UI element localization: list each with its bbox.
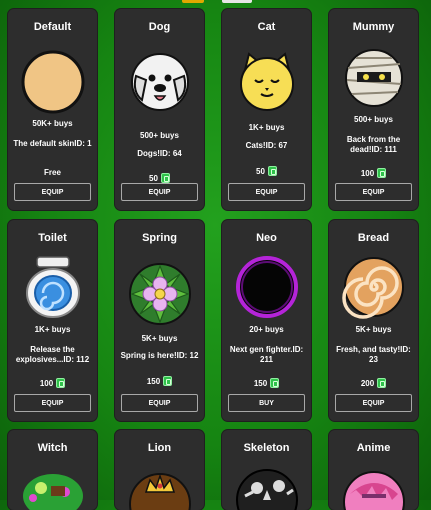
- buy-count: 1K+ buys: [34, 325, 71, 334]
- price: 150: [222, 378, 311, 388]
- skin-name: Default: [33, 21, 72, 33]
- equip-button[interactable]: EQUIP: [14, 183, 91, 201]
- skin-description: Spring is here!ID: 12: [120, 351, 199, 360]
- price: 100: [8, 378, 97, 388]
- skin-description: Cats!ID: 67: [245, 141, 288, 150]
- plain-circle-icon: [21, 50, 85, 114]
- buy-count: 5K+ buys: [355, 325, 392, 334]
- equip-button[interactable]: EQUIP: [335, 183, 412, 201]
- skin-card-cat: Cat 1K+ buys Cats!ID: 67 50 EQUIP: [222, 9, 311, 210]
- skin-name: Lion: [147, 442, 172, 454]
- price-label: 200: [360, 378, 375, 388]
- skin-card-lion: Lion: [115, 430, 204, 510]
- skin-shop-grid: Default 50K+ buys The default skinID: 1 …: [0, 0, 431, 510]
- skin-name: Bread: [357, 232, 390, 244]
- skin-card-neo: Neo 20+ buys Next gen fighter.ID: 211 15…: [222, 220, 311, 421]
- dark-orb-icon: [235, 255, 299, 319]
- buy-count: 500+ buys: [354, 115, 393, 124]
- skin-name: Mummy: [352, 21, 395, 33]
- coin-icon: [163, 376, 173, 386]
- price-label: Free: [44, 168, 61, 177]
- skin-card-skeleton: Skeleton: [222, 430, 311, 510]
- price: 50: [222, 166, 311, 176]
- coin-icon: [377, 168, 387, 178]
- price-label: 150: [146, 376, 161, 386]
- lion-icon: [128, 470, 192, 510]
- skin-card-anime: Anime: [329, 430, 418, 510]
- coin-icon: [267, 166, 277, 176]
- mummy-face-icon: [342, 46, 406, 110]
- skin-card-mummy: Mummy 500+ buys Back from the dead!ID: 1…: [329, 9, 418, 210]
- equip-button[interactable]: EQUIP: [121, 394, 198, 412]
- top-edge-tab: [222, 0, 252, 3]
- skin-description: Fresh, and tasty!ID: 23: [336, 345, 411, 364]
- skin-card-spring: Spring 5K+ buys Spring is here!ID: 12 15…: [115, 220, 204, 421]
- buy-count: 20+ buys: [249, 325, 284, 334]
- price: 100: [329, 168, 418, 178]
- price: 200: [329, 378, 418, 388]
- skin-name: Cat: [257, 21, 276, 33]
- skin-name: Anime: [356, 442, 391, 454]
- buy-button[interactable]: BUY: [228, 394, 305, 412]
- dog-face-icon: [128, 50, 192, 114]
- flower-icon: [128, 262, 192, 326]
- skin-description: Dogs!ID: 64: [137, 149, 182, 158]
- equip-button[interactable]: EQUIP: [121, 183, 198, 201]
- skin-name: Neo: [256, 232, 277, 244]
- skin-card-dog: Dog 500+ buys Dogs!ID: 64 50 EQUIP: [115, 9, 204, 210]
- coin-icon: [160, 173, 170, 183]
- skin-card-toilet: Toilet 1K+ buys Release the explosives..…: [8, 220, 97, 421]
- price-label: 100: [39, 378, 54, 388]
- buy-count: 50K+ buys: [32, 119, 73, 128]
- price-label: 50: [256, 166, 265, 176]
- coin-icon: [270, 378, 280, 388]
- skin-card-default: Default 50K+ buys The default skinID: 1 …: [8, 9, 97, 210]
- skin-description: Next gen fighter.ID: 211: [229, 345, 304, 364]
- skin-name: Skeleton: [243, 442, 290, 454]
- equip-button[interactable]: EQUIP: [228, 183, 305, 201]
- cinnamon-roll-icon: [341, 255, 406, 319]
- price-label: 100: [360, 168, 375, 178]
- price-label: 150: [253, 378, 268, 388]
- price: Free: [8, 168, 97, 177]
- equip-button[interactable]: EQUIP: [14, 394, 91, 412]
- skin-card-witch: Witch: [8, 430, 97, 510]
- coin-icon: [377, 378, 387, 388]
- skin-name: Witch: [37, 442, 68, 454]
- skin-description: Back from the dead!ID: 111: [346, 135, 401, 154]
- price-label: 50: [149, 173, 158, 183]
- anime-face-icon: [342, 468, 406, 510]
- buy-count: 1K+ buys: [248, 123, 285, 132]
- coin-icon: [56, 378, 66, 388]
- skin-description: The default skinID: 1: [13, 139, 92, 148]
- cat-face-icon: [235, 50, 299, 114]
- skin-card-bread: Bread 5K+ buys Fresh, and tasty!ID: 23 2…: [329, 220, 418, 421]
- skin-name: Dog: [148, 21, 171, 33]
- buy-count: 5K+ buys: [141, 334, 178, 343]
- price: 50: [115, 173, 204, 183]
- skin-name: Toilet: [38, 232, 67, 244]
- top-edge-tab: [182, 0, 204, 3]
- skin-name: Spring: [142, 232, 177, 244]
- equip-button[interactable]: EQUIP: [335, 394, 412, 412]
- buy-count: 500+ buys: [140, 131, 179, 140]
- price: 150: [115, 376, 204, 386]
- skeleton-icon: [235, 466, 299, 510]
- skin-description: Release the explosives...ID: 112: [15, 345, 90, 364]
- witch-icon: [21, 466, 85, 510]
- toilet-icon: [21, 255, 85, 319]
